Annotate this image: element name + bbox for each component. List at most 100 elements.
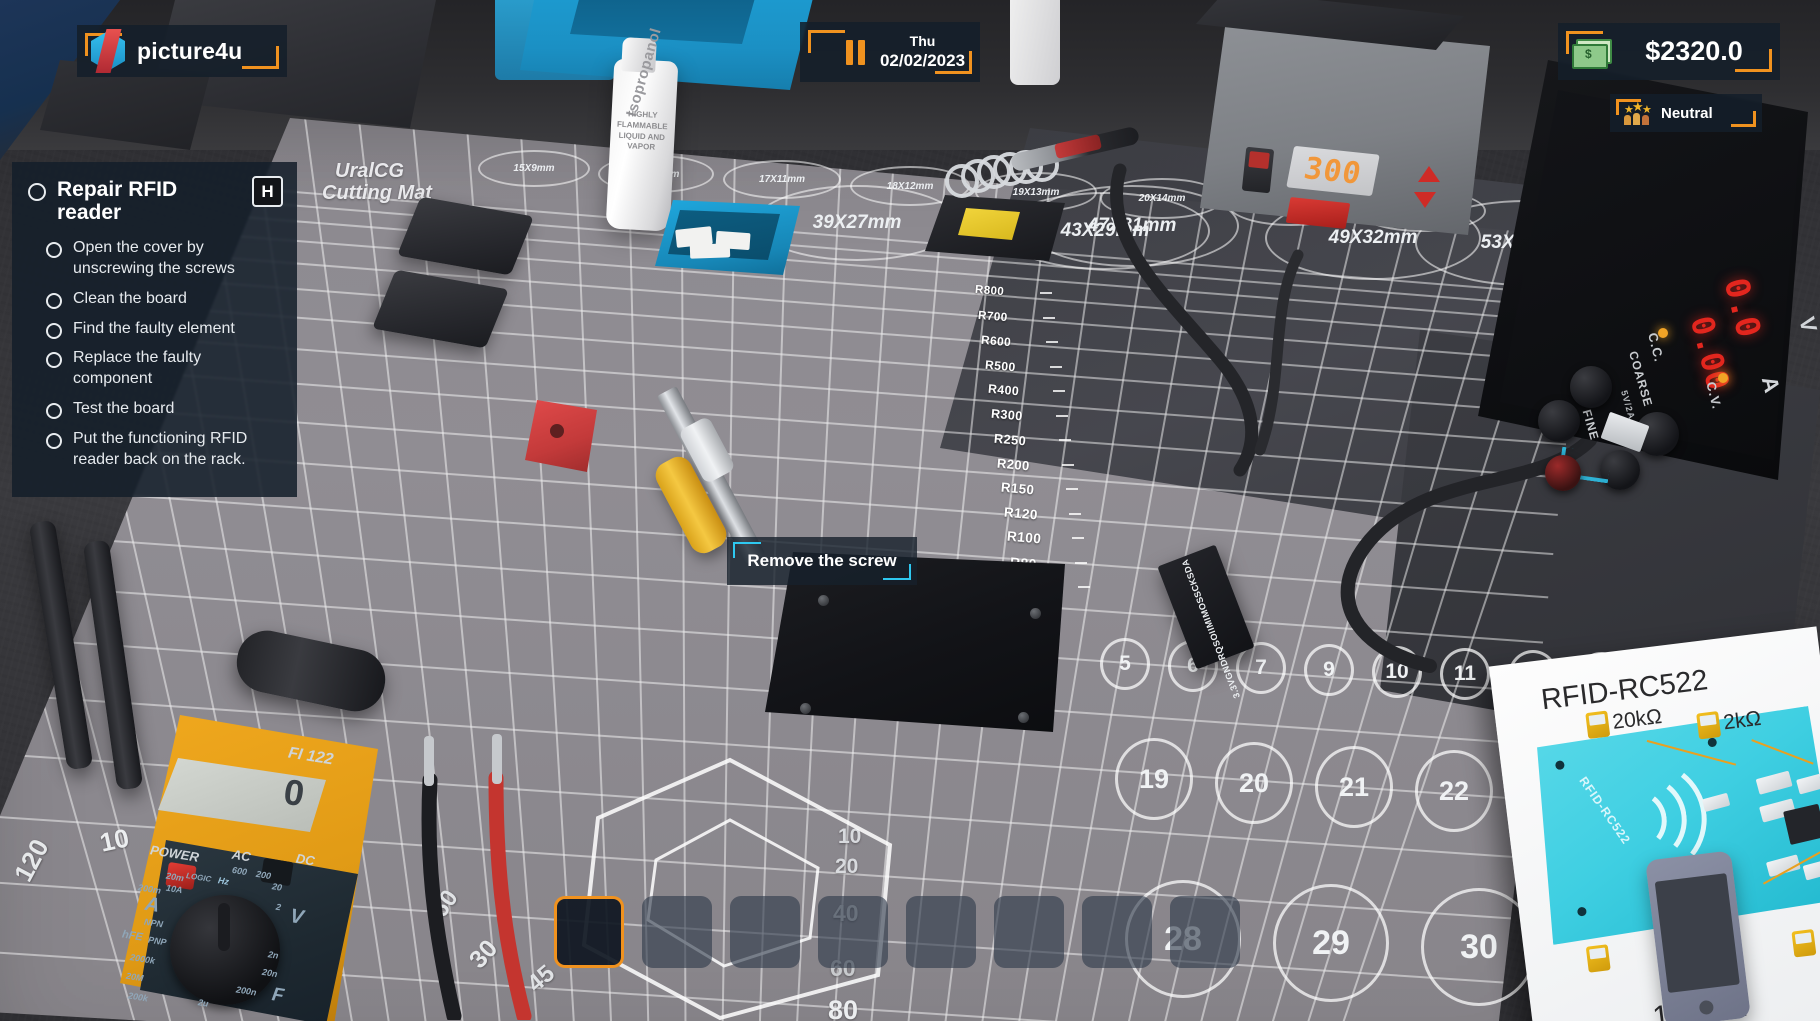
subtask-item: Test the board bbox=[46, 399, 281, 420]
hotbar-slot-3[interactable] bbox=[730, 896, 800, 968]
workbench-scene: UralCG Cutting Mat 15X9mm 16X10mm 17X11m… bbox=[0, 0, 1820, 1021]
multimeter-ac-label: AC bbox=[230, 846, 252, 865]
reputation-label: Neutral bbox=[1661, 104, 1713, 122]
mat-resistor-tick bbox=[1056, 414, 1068, 417]
mat-number-circle: 22 bbox=[1415, 750, 1493, 832]
mat-resistor-label: R700 bbox=[977, 308, 1009, 324]
subtask-label: Put the functioning RFID reader back on … bbox=[73, 429, 248, 468]
multimeter-probes[interactable] bbox=[400, 720, 580, 1020]
subtask-label: Clean the board bbox=[73, 289, 187, 307]
mat-resistor-tick bbox=[1078, 586, 1091, 588]
bottle-warning-label: HIGHLY FLAMMABLE LIQUID AND VAPOR bbox=[611, 108, 673, 154]
mini-multimeter-icon bbox=[1585, 710, 1611, 740]
rfid-datasheet[interactable]: RFID-RC522 RFID-RC522 20kΩ 2kΩ bbox=[1488, 626, 1820, 1021]
mat-resistor-tick bbox=[1072, 537, 1084, 539]
hex-logo-icon bbox=[91, 29, 125, 73]
mini-multimeter-icon bbox=[1585, 944, 1611, 973]
hotbar-slot-2[interactable] bbox=[642, 896, 712, 968]
multimeter-dc-label: DC bbox=[294, 850, 316, 869]
mat-resistor-tick bbox=[1046, 341, 1059, 343]
mat-resistor-label: R120 bbox=[1003, 504, 1039, 522]
subtask-bullet-icon bbox=[46, 242, 62, 259]
board-screw[interactable] bbox=[800, 703, 811, 714]
mat-resistor-label: R100 bbox=[1006, 528, 1042, 547]
prompt-corner-decor bbox=[883, 564, 911, 580]
sponge bbox=[689, 243, 731, 259]
mat-resistor-label: R400 bbox=[987, 381, 1020, 399]
mat-resistor-tick bbox=[1043, 316, 1056, 319]
mat-resistor-tick bbox=[1062, 463, 1075, 466]
hotbar-slot-5[interactable] bbox=[906, 896, 976, 968]
rep-corner-decor bbox=[1731, 111, 1756, 127]
mat-resistor-tick bbox=[1049, 365, 1062, 368]
subtask-item: Put the functioning RFID reader back on … bbox=[46, 429, 281, 471]
hotbar bbox=[554, 896, 1240, 968]
multimeter-dial[interactable] bbox=[170, 895, 280, 1005]
reputation-widget: ★ ★ ★ Neutral bbox=[1610, 94, 1762, 132]
psu-knob-coarse[interactable] bbox=[1570, 366, 1612, 408]
subtask-item: Clean the board bbox=[46, 289, 281, 310]
mat-brand-line1: UralCG bbox=[335, 160, 404, 182]
money-widget: $2320.0 bbox=[1558, 23, 1780, 80]
mini-multimeter-icon bbox=[1791, 929, 1817, 958]
mat-resistor-tick bbox=[1065, 488, 1078, 490]
datasheet-annotation bbox=[1585, 944, 1611, 973]
mat-resistor-label: R300 bbox=[990, 406, 1024, 423]
cash-icon bbox=[1572, 38, 1612, 69]
clock-widget[interactable]: Thu 02/02/2023 bbox=[800, 22, 980, 82]
mat-resistor-label: R800 bbox=[974, 283, 1005, 299]
hotbar-slot-7[interactable] bbox=[1082, 896, 1152, 968]
mat-resistor-label: R500 bbox=[984, 357, 1016, 374]
mat-hex-guide bbox=[581, 757, 893, 1021]
datasheet-annotation bbox=[1791, 929, 1817, 958]
subtask-bullet-icon bbox=[46, 402, 62, 419]
task-title: Repair RFID reader bbox=[57, 178, 178, 225]
task-panel-hotkey-badge[interactable]: H bbox=[252, 176, 283, 207]
board-screw[interactable] bbox=[818, 595, 829, 606]
mat-resistor-tick bbox=[1075, 561, 1088, 564]
subtask-bullet-icon bbox=[46, 292, 62, 309]
mat-resistor-label: R150 bbox=[1000, 479, 1035, 498]
psu-knob-red[interactable] bbox=[1545, 455, 1581, 491]
subtask-label: Test the board bbox=[73, 399, 175, 417]
clock-corner-decor bbox=[935, 51, 972, 74]
psu-cv-led bbox=[1718, 373, 1728, 383]
board-screw[interactable] bbox=[1030, 608, 1041, 619]
mat-resistor-tick bbox=[1052, 390, 1065, 392]
clock-day: Thu bbox=[909, 32, 936, 49]
mini-multimeter-icon bbox=[1696, 711, 1722, 740]
multimeter-dial-2n-label: 2n bbox=[267, 949, 280, 961]
mat-resistor-tick bbox=[1068, 512, 1081, 515]
subtask-item: Open the cover by unscrewing the screws bbox=[46, 238, 281, 280]
multimeter-dial-20-label: 20 bbox=[271, 881, 283, 893]
task-bullet-icon bbox=[28, 183, 46, 201]
reputation-stars-icon: ★ ★ ★ bbox=[1622, 99, 1652, 125]
hotbar-slot-1[interactable] bbox=[554, 896, 624, 968]
clock-corner-decor bbox=[808, 30, 845, 53]
subtask-item: Replace the faulty component bbox=[46, 348, 281, 390]
prompt-corner-decor bbox=[733, 542, 761, 558]
subtask-label: Replace the faulty component bbox=[73, 349, 202, 388]
mat-resistor-label: R250 bbox=[993, 430, 1028, 449]
interaction-prompt: Remove the screw bbox=[727, 537, 917, 585]
hotbar-slot-8[interactable] bbox=[1170, 896, 1240, 968]
subtask-bullet-icon bbox=[46, 322, 62, 339]
datasheet-annotation-value: 2kΩ bbox=[1722, 706, 1763, 735]
mat-size-marker: 15X9mm bbox=[478, 150, 590, 187]
mat-number-circle: 29 bbox=[1273, 884, 1389, 1002]
pause-icon[interactable] bbox=[846, 39, 865, 65]
bottle-warning-line1: HIGHLY FLAMMABLE bbox=[616, 109, 668, 132]
psu-knob-fine[interactable] bbox=[1538, 400, 1580, 442]
money-corner-decor bbox=[1735, 49, 1772, 72]
board-screw[interactable] bbox=[1018, 712, 1029, 723]
mat-ruler-mark: 10 bbox=[97, 822, 132, 858]
mat-brand-line2: Cutting Mat bbox=[322, 182, 432, 204]
subtask-bullet-icon bbox=[46, 352, 62, 369]
interaction-prompt-label: Remove the screw bbox=[747, 551, 897, 570]
secondary-bottle[interactable] bbox=[1010, 0, 1060, 85]
mat-number-circle: 19 bbox=[1115, 738, 1193, 820]
subtask-list: Open the cover by unscrewing the screws C… bbox=[28, 238, 281, 470]
hotbar-slot-4[interactable] bbox=[818, 896, 888, 968]
mat-resistor-label: R200 bbox=[996, 455, 1031, 473]
hotbar-slot-6[interactable] bbox=[994, 896, 1064, 968]
